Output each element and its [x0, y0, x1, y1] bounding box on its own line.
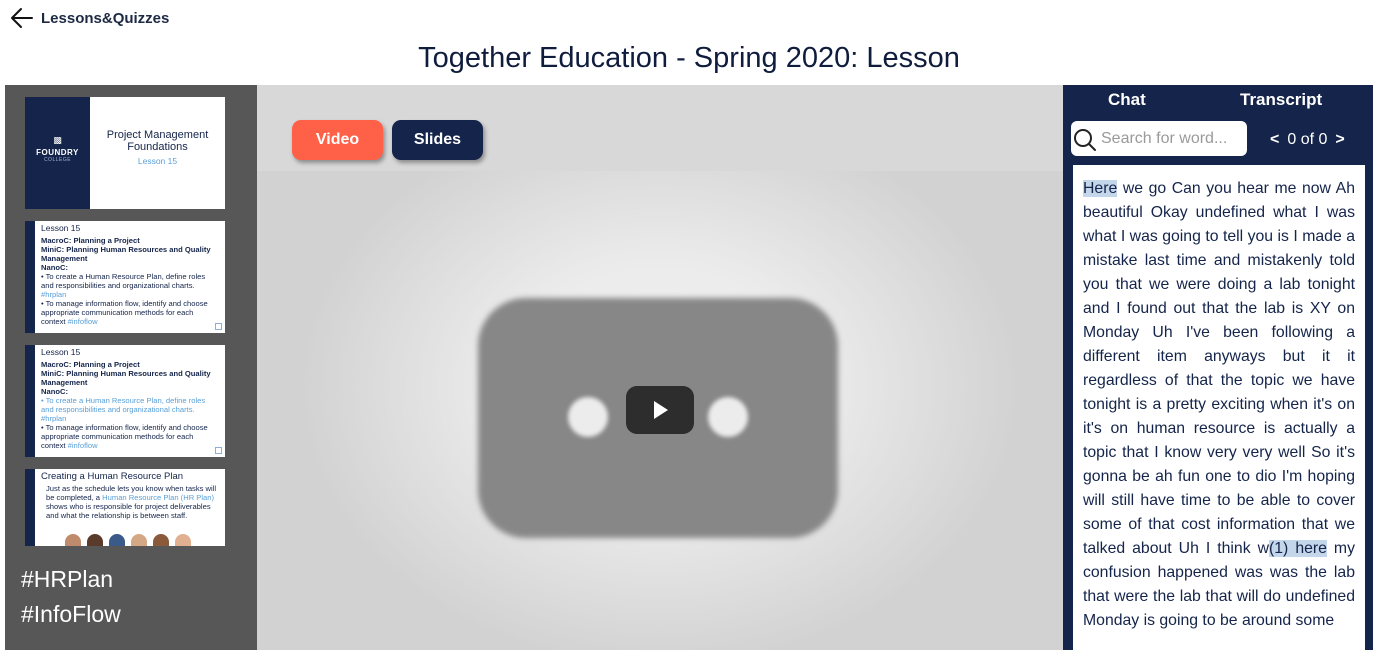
slide-body: shows who is responsible for project del… [46, 502, 211, 520]
next-match-button[interactable]: > [1335, 131, 1344, 149]
slide-title: Project Management Foundations [106, 129, 209, 153]
back-link[interactable]: Lessons&Quizzes [9, 6, 169, 30]
slides-button[interactable]: Slides [392, 120, 483, 160]
slide-brand: FOUNDRY [36, 148, 79, 157]
slide-bullet-text: To manage information flow, identify and… [41, 423, 208, 450]
transcript-text: Here we go Can you hear me now Ah beauti… [1083, 177, 1355, 633]
slide-bullet-text: To create a Human Resource Plan, define … [41, 272, 206, 290]
slide-bullet: • To manage information flow, identify a… [41, 299, 208, 326]
match-pager: < 0 of 0 > [1270, 131, 1345, 149]
foundry-logo-icon: ▩ [53, 135, 62, 145]
slide-mini: MiniC: Planning Human Resources and Qual… [41, 369, 211, 387]
slide-bullet: • To create a Human Resource Plan, defin… [41, 272, 206, 299]
slide-thumbnail[interactable]: Lesson 15 MacroC: Planning a Project Min… [25, 345, 225, 457]
match-count: 0 of 0 [1287, 131, 1328, 148]
video-button[interactable]: Video [292, 120, 383, 160]
search-icon [1074, 129, 1096, 151]
hashtag: #InfoFlow [21, 601, 121, 627]
search-input[interactable] [1101, 125, 1241, 152]
slide-mini: MiniC: Planning Human Resources and Qual… [41, 245, 211, 263]
slide-macro: MacroC: Planning a Project [41, 236, 140, 245]
slide-bullet: • To manage information flow, identify a… [41, 423, 208, 450]
slide-body-link: Human Resource Plan (HR Plan) [102, 493, 215, 502]
slide-brand-panel: ▩ FOUNDRY COLLEGE [25, 97, 90, 209]
slide-corner-icon [215, 323, 222, 330]
slide-tag: #hrplan [41, 414, 67, 423]
transcript-box[interactable]: Here we go Can you hear me now Ah beauti… [1073, 165, 1365, 650]
slide-bullet-text: To create a Human Resource Plan, define … [41, 396, 206, 414]
slide-lesson: Lesson 15 [137, 156, 178, 166]
slide-bullet-text: To manage information flow, identify and… [41, 299, 208, 326]
transcript-highlight: Here [1083, 180, 1118, 197]
arrow-left-icon [11, 8, 33, 28]
slide-accent-bar [25, 345, 35, 457]
transcript-search [1071, 121, 1247, 156]
loading-dot [708, 397, 748, 437]
tab-chat[interactable]: Chat [1108, 90, 1146, 110]
play-icon [654, 401, 668, 419]
slide-brand-sub: COLLEGE [43, 157, 72, 163]
side-panel: Chat Transcript < 0 of 0 > Here we go Ca… [1063, 85, 1373, 650]
hashtag: #HRPlan [21, 566, 114, 592]
slide-accent-bar [25, 469, 35, 546]
transcript-segment: we go Can you hear me now Ah beautiful O… [1083, 180, 1355, 557]
slide-tag: #hrplan [41, 290, 67, 299]
slide-accent-bar [25, 221, 35, 333]
slide-thumbnail[interactable]: ▩ FOUNDRY COLLEGE Project Management Fou… [25, 97, 225, 209]
back-label: Lessons&Quizzes [41, 9, 170, 27]
slide-tag: #infoflow [67, 317, 98, 326]
people-photo [65, 534, 191, 546]
prev-match-button[interactable]: < [1270, 131, 1279, 149]
slide-heading: Lesson 15 [41, 223, 81, 233]
slide-thumbnail[interactable]: Creating a Human Resource Plan Just as t… [25, 469, 225, 546]
slide-tag: #infoflow [67, 441, 98, 450]
slide-thumbnail[interactable]: Lesson 15 MacroC: Planning a Project Min… [25, 221, 225, 333]
slide-nano: NanoC: [41, 263, 68, 272]
video-player[interactable] [257, 171, 1063, 650]
slide-heading: Lesson 15 [41, 347, 81, 357]
play-button[interactable] [626, 386, 694, 434]
slide-heading: Creating a Human Resource Plan [41, 471, 184, 482]
loading-dot [568, 397, 608, 437]
slide-corner-icon [215, 447, 222, 454]
slide-nano: NanoC: [41, 387, 68, 396]
slide-sidebar: ▩ FOUNDRY COLLEGE Project Management Fou… [5, 85, 257, 650]
page-title: Together Education - Spring 2020: Lesson [418, 42, 960, 74]
slide-macro: MacroC: Planning a Project [41, 360, 140, 369]
slide-bullet: • To create a Human Resource Plan, defin… [41, 396, 206, 423]
media-area: Video Slides [257, 85, 1063, 650]
tab-transcript[interactable]: Transcript [1240, 90, 1322, 110]
transcript-highlight: (1) here [1269, 540, 1327, 557]
